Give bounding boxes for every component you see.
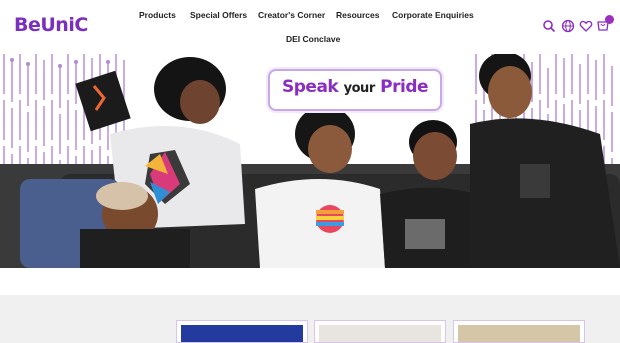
card-image bbox=[181, 325, 303, 342]
featured-card[interactable] bbox=[176, 320, 308, 343]
nav-products[interactable]: Products bbox=[139, 10, 176, 20]
card-image bbox=[319, 325, 441, 342]
nav-corporate-enquiries[interactable]: Corporate Enquiries bbox=[392, 10, 474, 20]
hero-banner-headline: Speak your Pride bbox=[268, 69, 442, 111]
featured-section bbox=[0, 268, 620, 343]
cart-count-badge bbox=[605, 15, 614, 24]
banner-word-pride: Pride bbox=[380, 77, 429, 97]
banner-word-your: your bbox=[343, 81, 376, 96]
featured-card[interactable] bbox=[453, 320, 585, 343]
heart-icon[interactable] bbox=[579, 19, 593, 33]
nav-creators-corner[interactable]: Creator's Corner bbox=[258, 10, 325, 20]
site-header: BeUniC Products Special Offers Creator's… bbox=[0, 0, 620, 54]
nav-resources[interactable]: Resources bbox=[336, 10, 379, 20]
hero-banner[interactable]: Speak your Pride bbox=[0, 54, 620, 268]
nav-dei-conclave[interactable]: DEI Conclave bbox=[286, 34, 340, 44]
card-image bbox=[458, 325, 580, 342]
globe-icon[interactable] bbox=[561, 19, 575, 33]
search-icon[interactable] bbox=[542, 19, 556, 33]
banner-word-speak: Speak bbox=[282, 77, 339, 97]
featured-card[interactable] bbox=[314, 320, 446, 343]
nav-special-offers[interactable]: Special Offers bbox=[190, 10, 247, 20]
brand-logo[interactable]: BeUniC bbox=[14, 14, 88, 36]
